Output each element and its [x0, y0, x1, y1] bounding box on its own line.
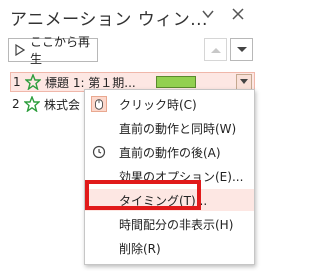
arrow-up-icon: [210, 47, 221, 53]
animation-toolbar: ここから再生: [0, 35, 259, 66]
close-icon[interactable]: [230, 6, 246, 22]
mouse-click-icon: [91, 96, 107, 112]
menu-item-label: 時間配分の非表示(H): [119, 217, 234, 232]
item-dropdown-button[interactable]: [236, 74, 252, 90]
menu-item-label: 削除(R): [119, 241, 161, 256]
menu-item-after-previous[interactable]: 直前の動作の後(A): [85, 141, 254, 163]
menu-item-hide-timeline[interactable]: 時間配分の非表示(H): [85, 213, 254, 235]
animation-label: 株式会: [44, 97, 81, 112]
context-menu: クリック時(C) 直前の動作と同時(W) 直前の動作の後(A) 効果のオプション…: [84, 89, 255, 265]
timing-bar: [156, 76, 196, 88]
play-from-button[interactable]: ここから再生: [8, 35, 98, 66]
highlight-annotation: [85, 180, 201, 210]
move-up-button[interactable]: [204, 38, 227, 61]
star-effect-icon: [24, 96, 40, 112]
play-icon: [15, 44, 25, 56]
dropdown-arrow-icon: [240, 79, 248, 84]
menu-item-on-click[interactable]: クリック時(C): [85, 93, 254, 115]
animation-number: 1: [13, 75, 21, 89]
move-down-button[interactable]: [230, 38, 253, 61]
menu-item-with-previous[interactable]: 直前の動作と同時(W): [85, 117, 254, 139]
menu-item-label: 直前の動作と同時(W): [119, 121, 237, 136]
arrow-down-icon: [236, 46, 247, 52]
clock-icon: [92, 145, 106, 159]
menu-item-label: クリック時(C): [119, 97, 197, 112]
play-button-label: ここから再生: [30, 35, 91, 66]
menu-item-remove[interactable]: 削除(R): [85, 237, 254, 259]
chevron-down-icon[interactable]: [200, 6, 216, 22]
pane-title: アニメーション ウィン...: [10, 10, 208, 30]
animation-number: 2: [12, 97, 20, 111]
animation-pane-header: アニメーション ウィン...: [0, 0, 259, 34]
menu-item-label: 直前の動作の後(A): [119, 145, 221, 160]
star-effect-icon: [25, 74, 41, 90]
animation-label: 標題 1: 第１期...: [45, 75, 136, 90]
